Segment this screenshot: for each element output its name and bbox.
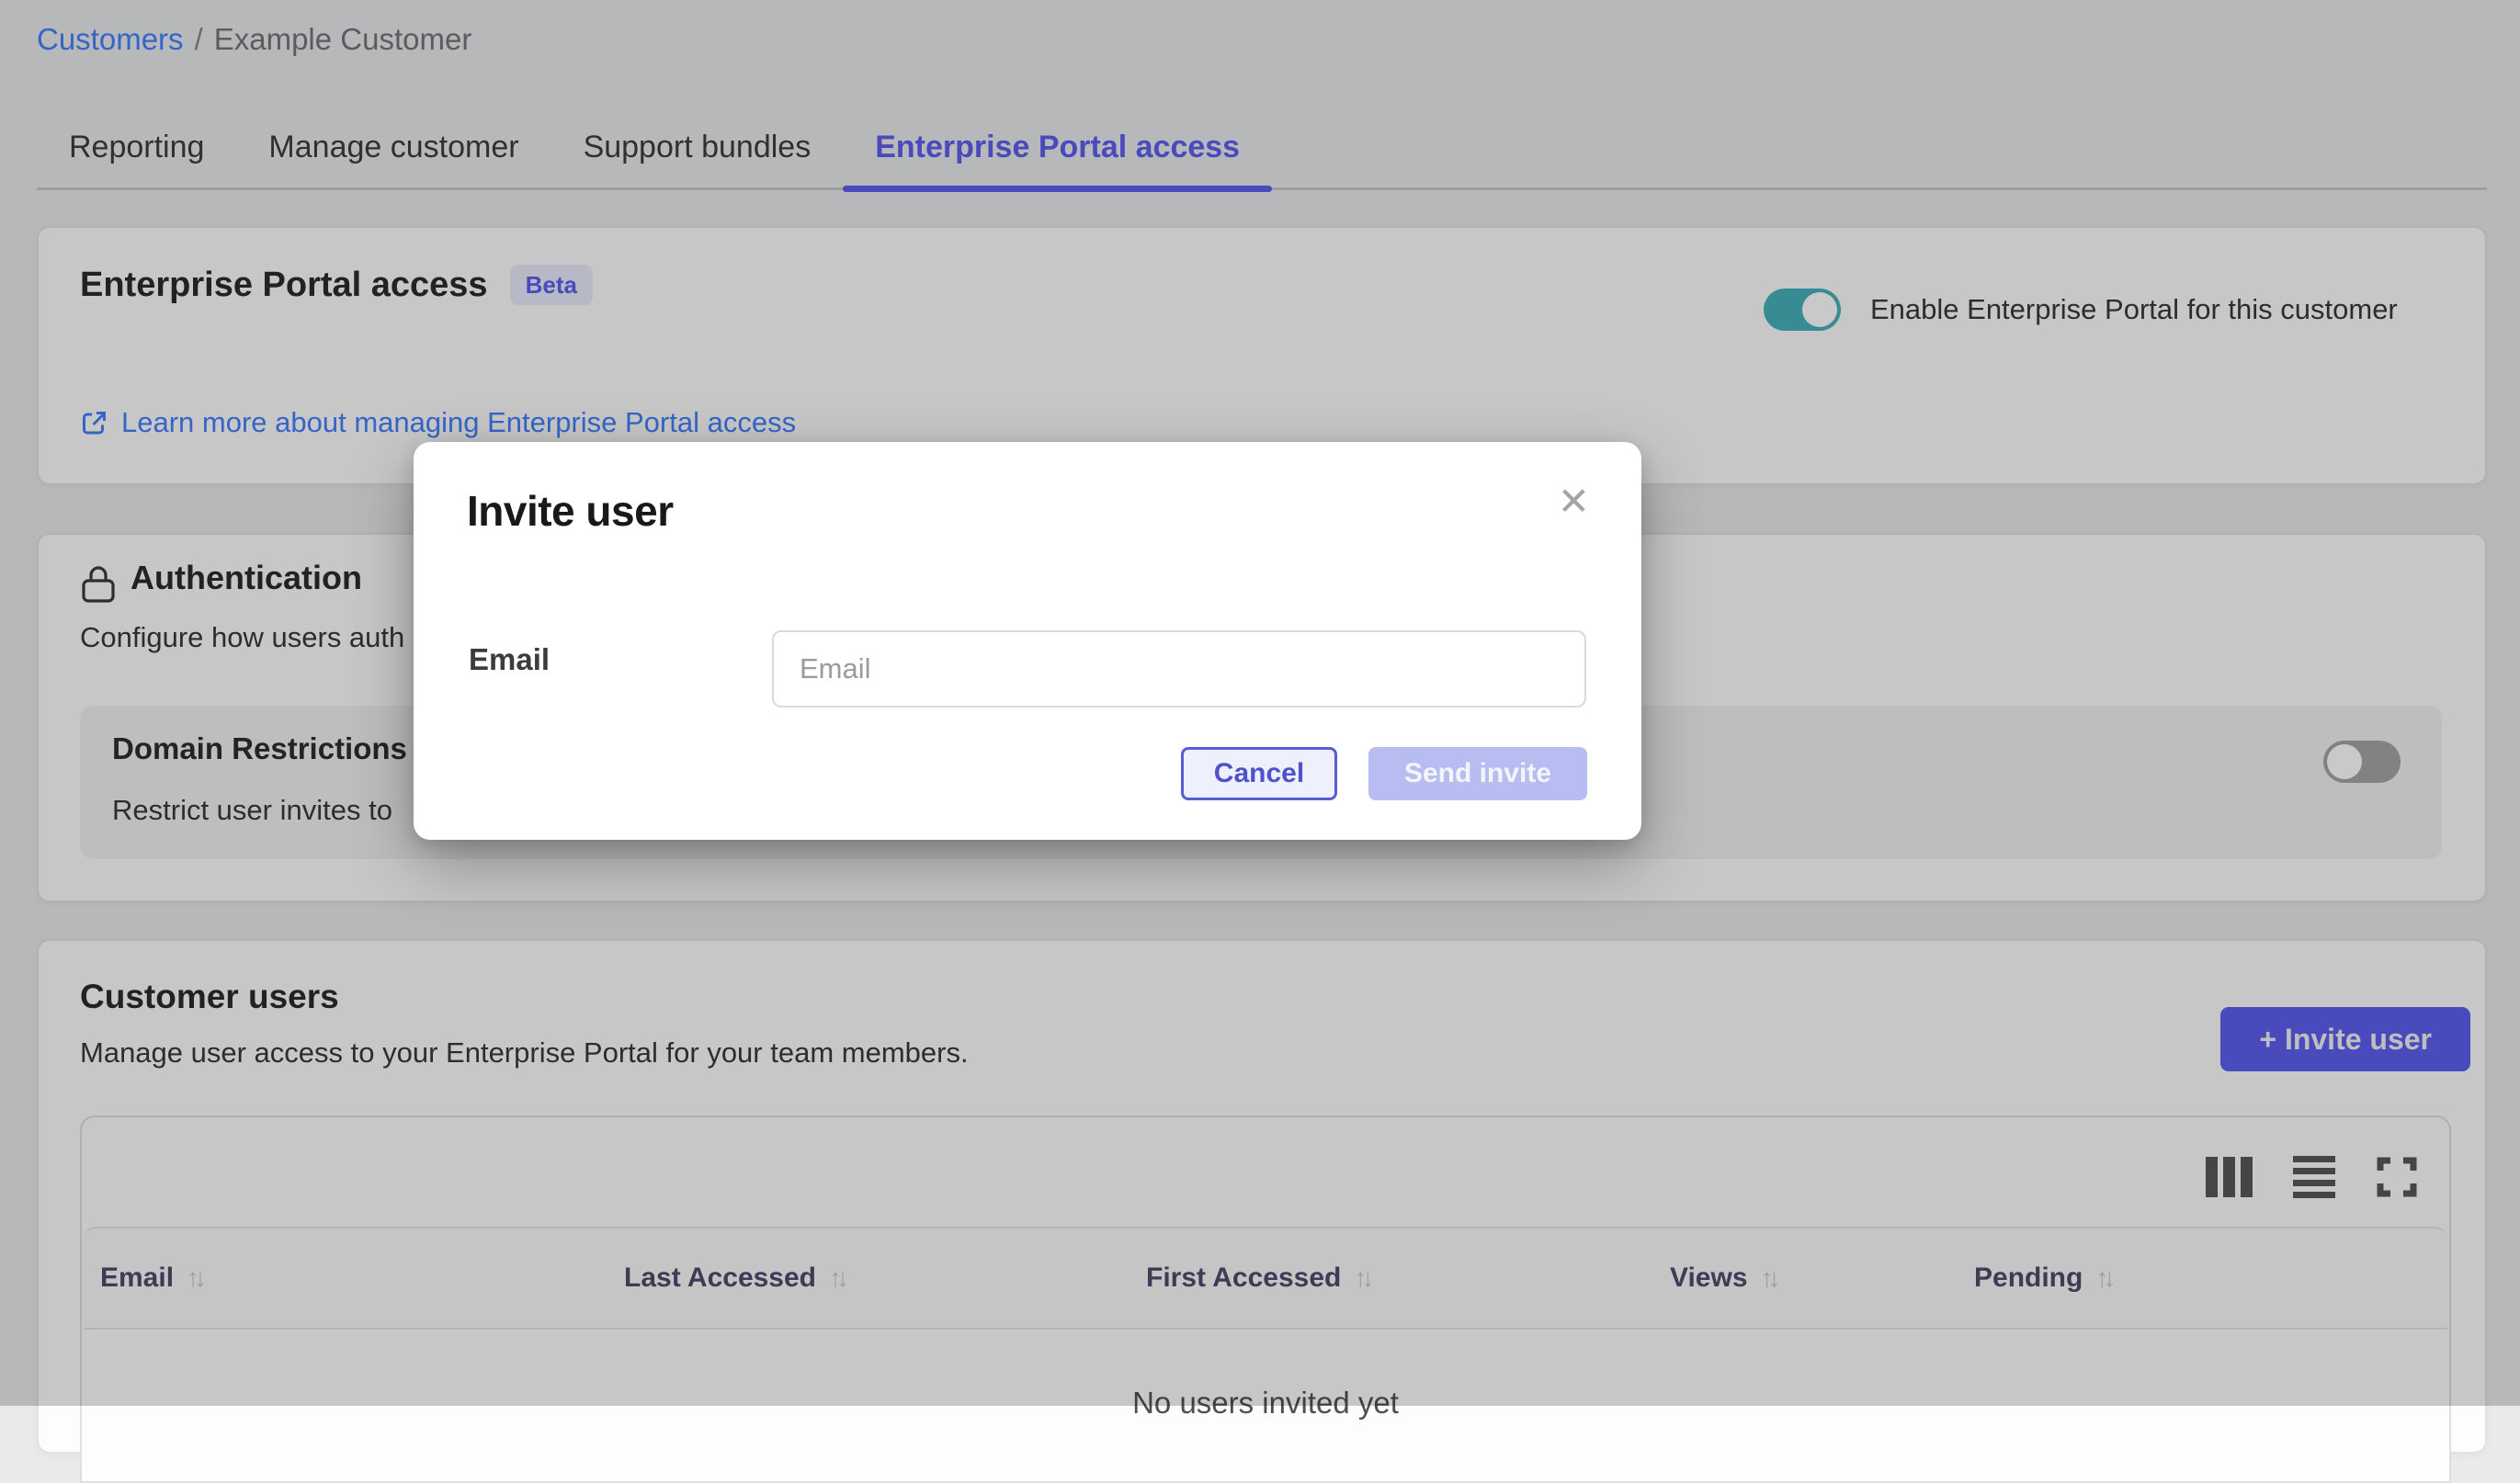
modal-title: Invite user (467, 486, 674, 536)
page: Customers/Example Customer Reporting Man… (0, 0, 2520, 1406)
send-invite-button[interactable]: Send invite (1368, 747, 1587, 800)
invite-user-modal: Invite user ✕ Email Cancel Send invite (414, 442, 1641, 840)
close-icon[interactable]: ✕ (1558, 482, 1590, 521)
email-field[interactable] (772, 630, 1586, 708)
cancel-button[interactable]: Cancel (1181, 747, 1337, 800)
email-label: Email (469, 642, 550, 677)
